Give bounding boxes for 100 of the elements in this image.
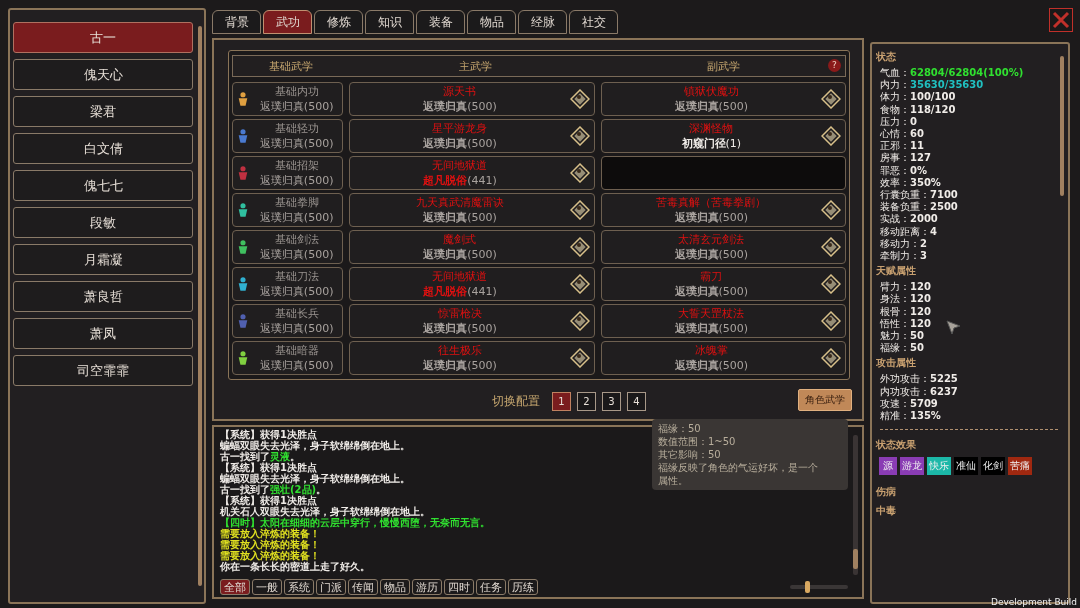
character-button[interactable]: 傀七七	[13, 170, 193, 201]
stat-label: 实战：	[880, 213, 910, 226]
stat-value: 5709	[910, 397, 938, 411]
scroll-diamond-icon[interactable]	[569, 200, 590, 220]
basic-skill-slot[interactable]: 基础轻功 返璞归真(500)	[232, 119, 344, 153]
basic-skill-slot[interactable]: 基础拳脚 返璞归真(500)	[232, 193, 344, 227]
character-button[interactable]: 梁君	[13, 96, 193, 127]
tab[interactable]: 知识	[365, 10, 414, 34]
filter-tab[interactable]: 全部	[220, 579, 250, 595]
sub-skill-slot[interactable]: 大誓天罡杖法 返璞归真(500)	[600, 304, 846, 338]
filter-tab[interactable]: 一般	[252, 579, 282, 595]
skill-name: 无间地狱道	[432, 269, 488, 284]
main-skill-slot[interactable]: 魔剑式 返璞归真(500)	[349, 230, 595, 264]
page-button[interactable]: 4	[627, 392, 646, 411]
basic-skill-slot[interactable]: 基础内功 返璞归真(500)	[232, 82, 344, 116]
main-skill-slot[interactable]: 无间地狱道 超凡脱俗(441)	[349, 156, 595, 190]
filter-tab[interactable]: 物品	[380, 579, 410, 595]
help-button[interactable]: ?	[828, 59, 841, 72]
page-button[interactable]: 3	[602, 392, 621, 411]
main-skill-slot[interactable]: 源天书 返璞归真(500)	[349, 82, 595, 116]
page-button[interactable]: 2	[577, 392, 596, 411]
stat-value: 50	[910, 342, 924, 355]
stat-label: 装备负重：	[880, 201, 930, 213]
tab[interactable]: 物品	[467, 10, 516, 34]
skill-name: 基础内功	[274, 84, 319, 99]
scroll-diamond-icon[interactable]	[821, 89, 841, 109]
basic-skill-slot[interactable]: 基础暗器 返璞归真(500)	[232, 341, 344, 375]
scroll-diamond-icon[interactable]	[569, 348, 590, 368]
tooltip-text: 数值范围：1~50	[658, 436, 737, 447]
skill-level: 返璞归真(500)	[259, 98, 334, 114]
tab[interactable]: 背景	[212, 10, 261, 34]
character-button[interactable]: 萧良哲	[13, 281, 193, 312]
scroll-diamond-icon[interactable]	[821, 237, 841, 257]
filter-tab[interactable]: 门派	[316, 579, 346, 595]
character-button[interactable]: 司空霏霏	[13, 355, 193, 386]
character-button[interactable]: 萧凤	[13, 318, 193, 349]
stat-value: 6237	[930, 385, 958, 398]
filter-tab[interactable]: 四时	[444, 579, 474, 595]
skill-level: 返璞归真(500)	[674, 357, 749, 373]
character-button[interactable]: 傀天心	[13, 59, 193, 90]
filter-tab[interactable]: 系统	[284, 579, 314, 595]
filter-tab[interactable]: 传闻	[348, 579, 378, 595]
scrollbar[interactable]	[853, 435, 858, 575]
scrollbar[interactable]	[1060, 56, 1064, 196]
tab[interactable]: 经脉	[518, 10, 567, 34]
scroll-diamond-icon[interactable]	[569, 311, 590, 331]
status-tag: 苦痛	[1008, 457, 1032, 475]
filter-tab[interactable]: 历练	[508, 579, 538, 595]
log-message: 古一找到了强壮(2品)。	[220, 484, 327, 495]
slider-thumb[interactable]	[804, 581, 810, 593]
basic-skill-slot[interactable]: 基础剑法 返璞归真(500)	[232, 230, 344, 264]
tab[interactable]: 社交	[569, 10, 618, 34]
main-skill-slot[interactable]: 九天真武清魔雷诀 返璞归真(500)	[349, 193, 595, 227]
scrollbar[interactable]	[198, 26, 202, 586]
main-skill-slot[interactable]: 无间地狱道 超凡脱俗(441)	[349, 267, 595, 301]
empty-slot[interactable]	[600, 156, 846, 190]
page-button[interactable]: 1	[552, 392, 571, 411]
stat-value: 120	[910, 281, 931, 294]
role-martial-arts-button[interactable]: 角色武学	[798, 389, 852, 411]
close-button[interactable]	[1049, 8, 1073, 32]
sub-skill-slot[interactable]: 镇狱伏魔功 返璞归真(500)	[600, 82, 846, 116]
scroll-diamond-icon[interactable]	[821, 200, 841, 220]
tooltip-text: 福缘反映了角色的气运好坏，是一个	[658, 462, 819, 473]
sub-skill-slot[interactable]: 霸刀 返璞归真(500)	[600, 267, 846, 301]
character-button[interactable]: 段敏	[13, 207, 193, 238]
scroll-diamond-icon[interactable]	[821, 126, 841, 146]
skill-level: 返璞归真(500)	[259, 246, 334, 262]
main-skill-slot[interactable]: 惊雷枪决 返璞归真(500)	[349, 304, 595, 338]
filter-tab[interactable]: 游历	[412, 579, 442, 595]
skill-name: 太清玄元剑法	[678, 232, 745, 247]
basic-skill-slot[interactable]: 基础刀法 返璞归真(500)	[232, 267, 344, 301]
sub-skill-slot[interactable]: 冰魄掌 返璞归真(500)	[600, 341, 846, 375]
basic-skill-slot[interactable]: 基础招架 返璞归真(500)	[232, 156, 344, 190]
skill-level: 返璞归真(500)	[423, 357, 497, 373]
tab[interactable]: 装备	[416, 10, 465, 34]
scroll-diamond-icon[interactable]	[569, 274, 590, 294]
main-skill-slot[interactable]: 星平游龙身 返璞归真(500)	[349, 119, 595, 153]
scroll-diamond-icon[interactable]	[569, 237, 590, 257]
scroll-diamond-icon[interactable]	[821, 311, 841, 331]
sub-skill-slot[interactable]: 苦毒真解（苦毒拳剧） 返璞归真(500)	[600, 193, 846, 227]
main-skill-slot[interactable]: 往生极乐 返璞归真(500)	[349, 341, 595, 375]
sub-skill-slot[interactable]: 太清玄元剑法 返璞归真(500)	[600, 230, 846, 264]
character-button[interactable]: 月霜凝	[13, 244, 193, 275]
filter-tab[interactable]: 任务	[476, 579, 506, 595]
tab[interactable]: 修炼	[314, 10, 363, 34]
scroll-diamond-icon[interactable]	[569, 89, 590, 109]
skill-name: 源天书	[443, 84, 477, 99]
scroll-diamond-icon[interactable]	[821, 348, 841, 368]
scroll-diamond-icon[interactable]	[569, 126, 590, 146]
tab[interactable]: 武功	[263, 10, 312, 34]
sub-skill-slot[interactable]: 深渊怪物 初窥门径(1)	[600, 119, 846, 153]
stat-value: 35630/35630	[910, 79, 984, 92]
skill-level: 返璞归真(500)	[423, 135, 497, 151]
character-button[interactable]: 古一	[13, 22, 193, 53]
stat-value: 50	[910, 330, 924, 343]
scroll-diamond-icon[interactable]	[569, 163, 590, 183]
character-button[interactable]: 白文倩	[13, 133, 193, 164]
basic-skill-slot[interactable]: 基础长兵 返璞归真(500)	[232, 304, 344, 338]
scroll-diamond-icon[interactable]	[821, 274, 841, 294]
build-label: Development Build	[990, 597, 1077, 607]
